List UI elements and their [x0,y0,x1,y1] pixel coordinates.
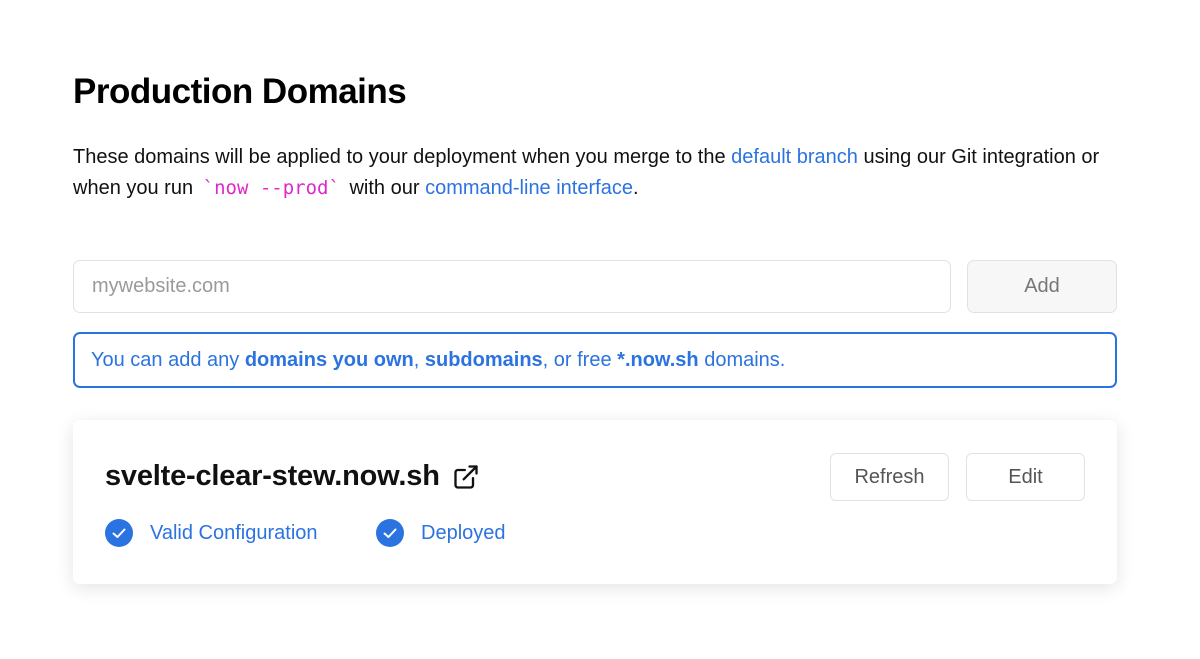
info-bold-now-sh: *.now.sh [617,348,699,371]
info-bold-subdomains: subdomains [424,348,543,371]
status-label: Valid Configuration [150,521,318,544]
info-note: You can add any domains you own, subdoma… [73,332,1117,388]
cli-link[interactable]: command-line interface [425,177,633,199]
status-valid-configuration: Valid Configuration [105,519,318,547]
check-circle-icon [376,519,404,547]
description-text: . [632,177,639,199]
info-text: , [413,348,420,371]
status-label: Deployed [421,521,506,544]
external-link-icon[interactable] [452,463,480,491]
info-text: You can add any [91,348,240,371]
refresh-button[interactable]: Refresh [830,453,949,501]
description: These domains will be applied to your de… [73,142,1133,204]
check-circle-icon [105,519,133,547]
edit-button[interactable]: Edit [966,453,1085,501]
info-text: domains. [704,348,786,371]
info-text: , or free [542,348,612,371]
domain-input[interactable] [73,260,951,313]
description-text: with our [343,177,426,199]
domain-name: svelte-clear-stew.now.sh [105,460,440,492]
info-bold-domains-you-own: domains you own [244,348,414,371]
description-text: These domains will be applied to your de… [73,146,732,168]
domain-name-row: svelte-clear-stew.now.sh [105,460,480,493]
status-deployed: Deployed [376,519,506,547]
page-title: Production Domains [73,72,407,111]
production-domains-page: Production Domains These domains will be… [0,0,1200,659]
domain-card: svelte-clear-stew.now.sh Refresh Edit Va… [73,420,1117,584]
command-code: `now --prod` [202,177,340,199]
default-branch-link[interactable]: default branch [731,146,858,168]
add-button[interactable]: Add [967,260,1117,313]
